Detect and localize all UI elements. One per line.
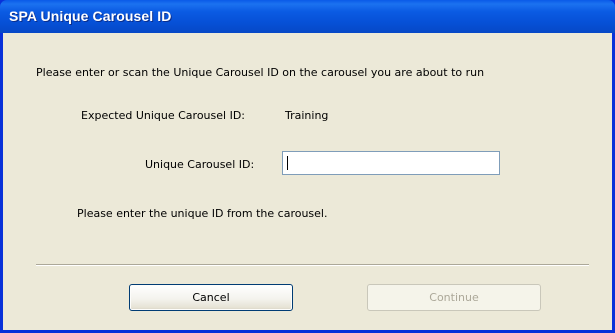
title-bar[interactable]: SPA Unique Carousel ID xyxy=(0,0,615,33)
continue-button[interactable]: Continue xyxy=(367,284,541,311)
separator-line xyxy=(36,264,589,266)
unique-id-label: Unique Carousel ID: xyxy=(145,158,255,171)
window-title: SPA Unique Carousel ID xyxy=(9,8,172,24)
dialog-window: SPA Unique Carousel ID Please enter or s… xyxy=(0,0,615,333)
text-caret xyxy=(287,156,288,170)
expected-id-label: Expected Unique Carousel ID: xyxy=(81,109,245,122)
instruction-text: Please enter or scan the Unique Carousel… xyxy=(36,66,485,79)
unique-id-input[interactable] xyxy=(282,151,500,175)
cancel-button[interactable]: Cancel xyxy=(129,284,293,311)
dialog-body: Please enter or scan the Unique Carousel… xyxy=(3,33,612,330)
expected-id-value: Training xyxy=(285,109,329,122)
hint-text: Please enter the unique ID from the caro… xyxy=(77,207,328,220)
